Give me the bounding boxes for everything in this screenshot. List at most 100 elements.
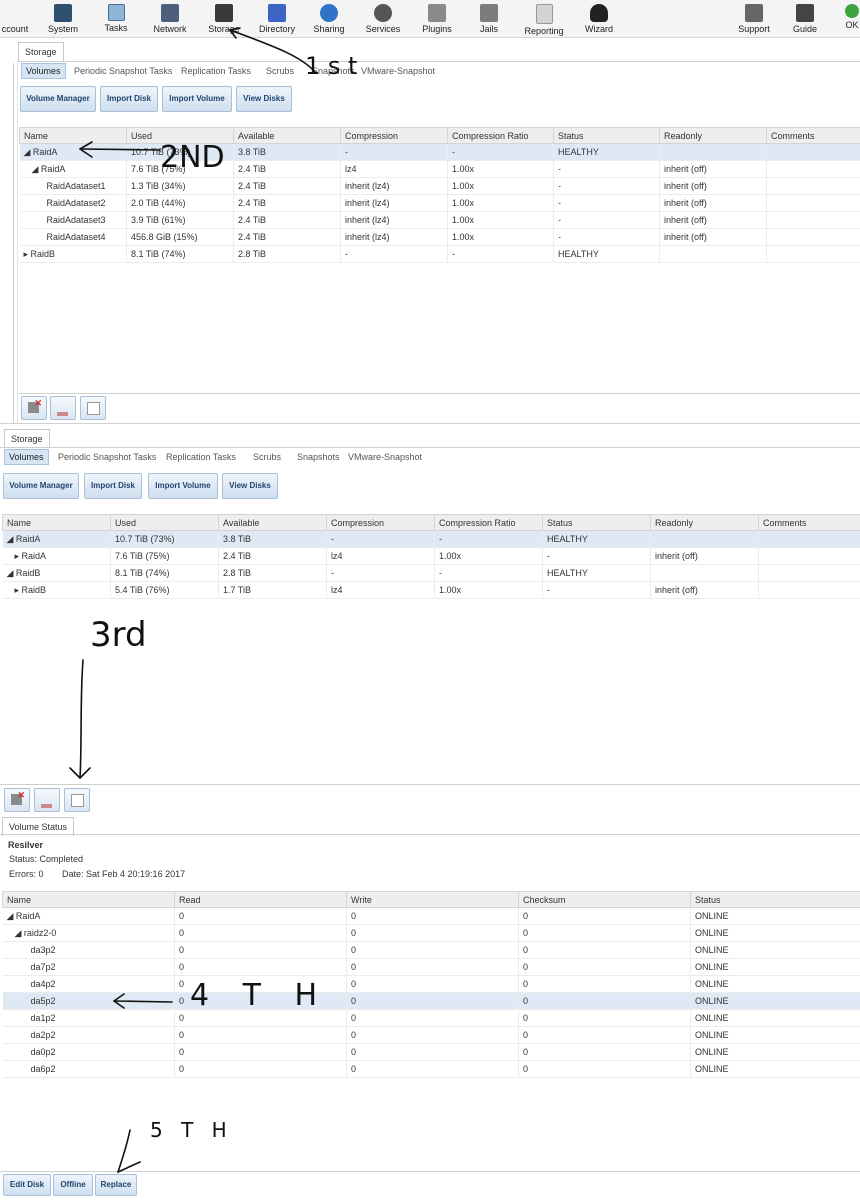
table-row[interactable]: ▸ RaidB 5.4 TiB (76%) 1.7 TiB lz4 1.00x - inh… [2, 581, 860, 599]
col-checksum[interactable]: Checksum [518, 891, 691, 908]
toolbar-plugins[interactable]: Plugins [418, 2, 456, 36]
annotation-first: 1 s t [305, 52, 358, 80]
toolbar-services[interactable]: Services [362, 2, 404, 36]
col-name[interactable]: Name [19, 127, 127, 144]
col-name[interactable]: Name [2, 514, 111, 531]
col-comments[interactable]: Comments [758, 514, 860, 531]
table-row[interactable]: ◢ raidz2-0 0 0 0 ONLINE [2, 924, 860, 942]
panel2-volume-manager-button[interactable]: Volume Manager [3, 473, 79, 499]
col-status[interactable]: Status [553, 127, 660, 144]
col-available[interactable]: Available [233, 127, 341, 144]
panel1-subtab-vmware[interactable]: VMware-Snapshot [361, 64, 435, 78]
table-row[interactable]: da4p2 0 0 0 ONLINE [2, 975, 860, 993]
panel1-import-volume-button[interactable]: Import Volume [162, 86, 232, 112]
panel2-subtab-volumes[interactable]: Volumes [4, 449, 49, 465]
panel2-view-disks-button[interactable]: View Disks [222, 473, 278, 499]
panel2-detach-button[interactable]: ✕ [4, 788, 30, 812]
col-compression-ratio[interactable]: Compression Ratio [447, 127, 554, 144]
expand-triangle-icon[interactable]: ▸ [15, 585, 22, 595]
table-row[interactable]: da6p2 0 0 0 ONLINE [2, 1060, 860, 1078]
table-row[interactable]: da7p2 0 0 0 ONLINE [2, 958, 860, 976]
table-row[interactable]: ◢ RaidB 8.1 TiB (74%) 2.8 TiB - - HEALTHY [2, 564, 860, 582]
table-row[interactable]: ◢ RaidA 7.6 TiB (75%) 2.4 TiB lz4 1.00x - inh… [19, 160, 860, 178]
toolbar-sharing[interactable]: Sharing [309, 2, 349, 36]
table-row[interactable]: da0p2 0 0 0 ONLINE [2, 1043, 860, 1061]
collapse-triangle-icon[interactable]: ◢ [7, 911, 16, 921]
table-row[interactable]: RaidAdataset4 456.8 GiB (15%) 2.4 TiB inhe… [19, 228, 860, 246]
col-status[interactable]: Status [690, 891, 860, 908]
panel1-import-disk-button[interactable]: Import Disk [100, 86, 158, 112]
toolbar-tasks[interactable]: Tasks [100, 2, 132, 36]
col-compression-ratio[interactable]: Compression Ratio [434, 514, 543, 531]
col-readonly[interactable]: Readonly [659, 127, 767, 144]
panel2-subtab-periodic[interactable]: Periodic Snapshot Tasks [58, 450, 156, 464]
panel1-subtab-volumes[interactable]: Volumes [21, 63, 66, 79]
panel2-import-disk-button[interactable]: Import Disk [84, 473, 142, 499]
panel1-scrub-button[interactable] [50, 396, 76, 420]
table-row[interactable]: RaidAdataset2 2.0 TiB (44%) 2.4 TiB inheri… [19, 194, 860, 212]
collapse-triangle-icon[interactable]: ◢ [7, 534, 16, 544]
collapse-triangle-icon[interactable]: ◢ [15, 928, 24, 938]
panel2-subtab-vmware[interactable]: VMware-Snapshot [348, 450, 422, 464]
table-row[interactable]: da2p2 0 0 0 ONLINE [2, 1026, 860, 1044]
col-status[interactable]: Status [542, 514, 651, 531]
table-row[interactable]: ▸ RaidA 7.6 TiB (75%) 2.4 TiB lz4 1.00x - inh… [2, 547, 860, 565]
toolbar-ok[interactable]: OK [844, 2, 860, 36]
toolbar-reporting[interactable]: Reporting [520, 2, 568, 36]
edit-disk-button[interactable]: Edit Disk [3, 1174, 51, 1196]
col-used[interactable]: Used [110, 514, 219, 531]
replace-button[interactable]: Replace [95, 1174, 137, 1196]
panel1-detach-button[interactable]: ✕ [21, 396, 47, 420]
table-row[interactable]: RaidAdataset3 3.9 TiB (61%) 2.4 TiB inheri… [19, 211, 860, 229]
table-row[interactable]: da1p2 0 0 0 ONLINE [2, 1009, 860, 1027]
table-row[interactable]: ◢ RaidA 0 0 0 ONLINE [2, 907, 860, 925]
offline-button[interactable]: Offline [53, 1174, 93, 1196]
toolbar-storage[interactable]: Storage [203, 2, 245, 36]
collapse-triangle-icon[interactable]: ◢ [7, 568, 16, 578]
panel2-subtab-snapshots[interactable]: Snapshots [297, 450, 340, 464]
arrow-fifth [117, 1129, 131, 1173]
col-write[interactable]: Write [346, 891, 519, 908]
col-readonly[interactable]: Readonly [650, 514, 759, 531]
toolbar-wizard[interactable]: Wizard [580, 2, 618, 36]
table-row[interactable]: ▸ RaidB 8.1 TiB (74%) 2.8 TiB - - HEALTHY [19, 245, 860, 263]
panel1-subtab-scrubs[interactable]: Scrubs [266, 64, 294, 78]
table-row[interactable]: RaidAdataset1 1.3 TiB (34%) 2.4 TiB inheri… [19, 177, 860, 195]
col-read[interactable]: Read [174, 891, 347, 908]
col-comments[interactable]: Comments [766, 127, 860, 144]
col-name[interactable]: Name [2, 891, 175, 908]
toolbar-support[interactable]: Support [734, 2, 774, 36]
table-row[interactable]: ◢ RaidA 10.7 TiB (73%) 3.8 TiB - - HEALTHY [19, 143, 860, 161]
table-row[interactable]: da5p2 0 0 0 ONLINE [2, 992, 860, 1010]
panel1-subtab-replication[interactable]: Replication Tasks [181, 64, 251, 78]
col-compression[interactable]: Compression [340, 127, 448, 144]
toolbar-directory[interactable]: Directory [255, 2, 299, 36]
panel2-import-volume-button[interactable]: Import Volume [148, 473, 218, 499]
panel1-tab-storage[interactable]: Storage [18, 42, 64, 61]
toolbar-system[interactable]: System [42, 2, 84, 36]
expand-triangle-icon[interactable]: ▸ [15, 551, 22, 561]
reporting-icon [535, 4, 553, 24]
panel2-tab-storage[interactable]: Storage [4, 429, 50, 448]
expand-triangle-icon[interactable]: ▸ [24, 249, 31, 259]
col-available[interactable]: Available [218, 514, 327, 531]
table-row[interactable]: da3p2 0 0 0 ONLINE [2, 941, 860, 959]
panel2-subtab-scrubs[interactable]: Scrubs [253, 450, 281, 464]
panel2-status-button[interactable] [64, 788, 90, 812]
panel1-view-disks-button[interactable]: View Disks [236, 86, 292, 112]
panel2-subtab-replication[interactable]: Replication Tasks [166, 450, 236, 464]
col-compression[interactable]: Compression [326, 514, 435, 531]
toolbar-account[interactable]: ccount [0, 2, 30, 36]
jails-icon [480, 4, 498, 22]
table-row[interactable]: ◢ RaidA 10.7 TiB (73%) 3.8 TiB - - HEALTHY [2, 530, 860, 548]
panel1-volume-manager-button[interactable]: Volume Manager [20, 86, 96, 112]
resilver-heading: Resilver [8, 840, 44, 850]
collapse-triangle-icon[interactable]: ◢ [32, 164, 41, 174]
panel1-subtab-periodic[interactable]: Periodic Snapshot Tasks [74, 64, 172, 78]
collapse-triangle-icon[interactable]: ◢ [24, 147, 33, 157]
toolbar-jails[interactable]: Jails [474, 2, 504, 36]
panel2-scrub-button[interactable] [34, 788, 60, 812]
toolbar-guide[interactable]: Guide [790, 2, 820, 36]
toolbar-network[interactable]: Network [148, 2, 192, 36]
panel1-status-button[interactable] [80, 396, 106, 420]
